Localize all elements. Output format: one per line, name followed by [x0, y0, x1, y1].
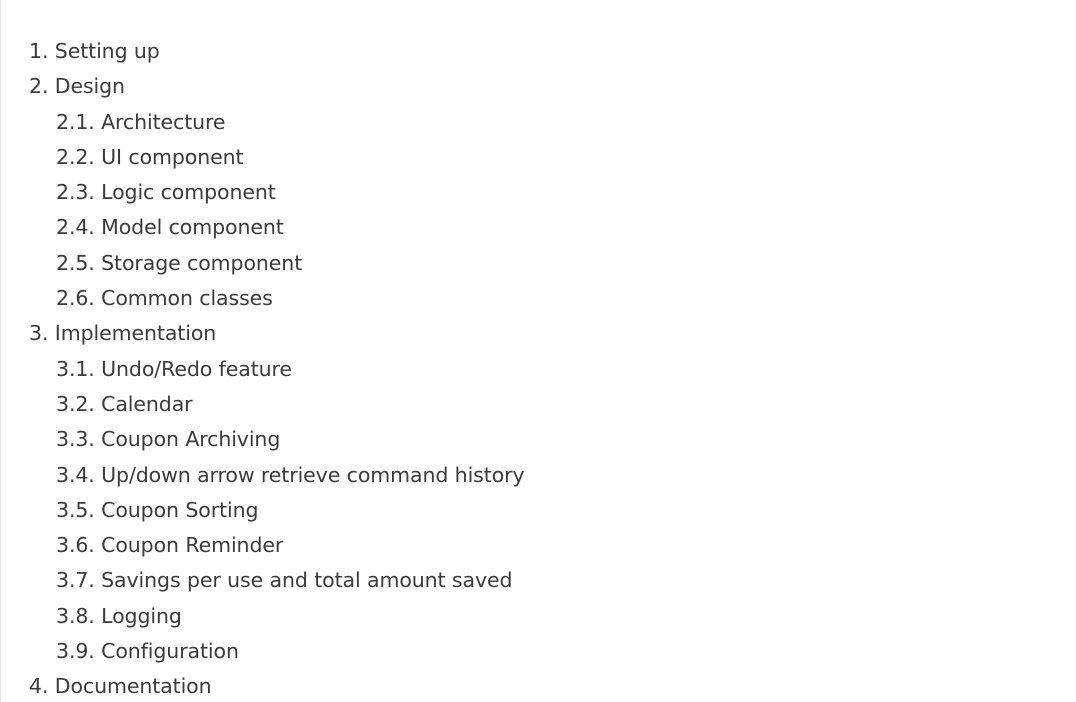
toc-link[interactable]: 2.5. Storage component — [56, 251, 302, 275]
toc-link[interactable]: 3.4. Up/down arrow retrieve command hist… — [56, 463, 525, 487]
toc-link[interactable]: 3.2. Calendar — [56, 392, 193, 416]
toc-subsection-item: 3.7. Savings per use and total amount sa… — [29, 564, 525, 599]
toc-subsection-item: 2.5. Storage component — [29, 247, 525, 282]
toc-link[interactable]: 3. Implementation — [29, 321, 216, 345]
toc-link[interactable]: 1. Setting up — [29, 39, 160, 63]
toc-link[interactable]: 2.6. Common classes — [56, 286, 273, 310]
toc-subsection-item: 3.4. Up/down arrow retrieve command hist… — [29, 459, 525, 494]
toc-subsection-item: 2.4. Model component — [29, 211, 525, 246]
toc-link[interactable]: 2. Design — [29, 74, 125, 98]
toc-subsection-item: 3.3. Coupon Archiving — [29, 423, 525, 458]
left-divider — [0, 0, 1, 702]
toc-subsection-item: 3.2. Calendar — [29, 388, 525, 423]
toc-subsection-item: 2.2. UI component — [29, 141, 525, 176]
toc-link[interactable]: 3.9. Configuration — [56, 639, 239, 663]
toc-subsection-item: 2.3. Logic component — [29, 176, 525, 211]
toc-subsection-item: 3.5. Coupon Sorting — [29, 494, 525, 529]
toc-link[interactable]: 3.3. Coupon Archiving — [56, 427, 280, 451]
toc-subsection-item: 3.1. Undo/Redo feature — [29, 353, 525, 388]
toc-link[interactable]: 2.2. UI component — [56, 145, 244, 169]
toc-subsection-item: 3.6. Coupon Reminder — [29, 529, 525, 564]
toc-subsection-item: 2.6. Common classes — [29, 282, 525, 317]
table-of-contents: 1. Setting up 2. Design 2.1. Architecture 2… — [29, 35, 525, 702]
toc-section-item: 3. Implementation — [29, 317, 525, 352]
toc-link[interactable]: 2.4. Model component — [56, 215, 284, 239]
toc-subsection-item: 3.9. Configuration — [29, 635, 525, 670]
toc-section-item: 2. Design — [29, 70, 525, 105]
toc-link[interactable]: 3.5. Coupon Sorting — [56, 498, 258, 522]
toc-link[interactable]: 3.6. Coupon Reminder — [56, 533, 283, 557]
toc-link[interactable]: 4. Documentation — [29, 674, 212, 698]
toc-link[interactable]: 2.3. Logic component — [56, 180, 276, 204]
toc-section-item: 4. Documentation — [29, 670, 525, 702]
toc-subsection-item: 2.1. Architecture — [29, 106, 525, 141]
toc-link[interactable]: 3.1. Undo/Redo feature — [56, 357, 292, 381]
toc-section-item: 1. Setting up — [29, 35, 525, 70]
toc-subsection-item: 3.8. Logging — [29, 600, 525, 635]
toc-link[interactable]: 2.1. Architecture — [56, 110, 226, 134]
toc-link[interactable]: 3.7. Savings per use and total amount sa… — [56, 568, 513, 592]
toc-link[interactable]: 3.8. Logging — [56, 604, 182, 628]
